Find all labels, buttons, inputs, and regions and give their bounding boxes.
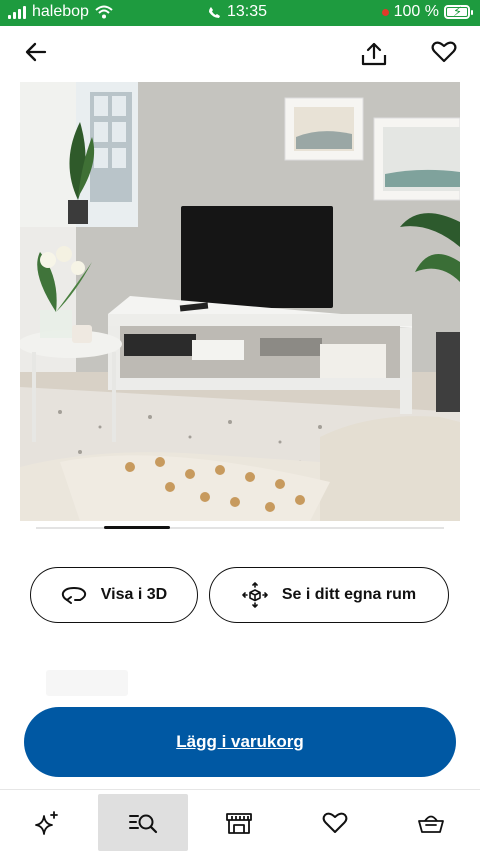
nav-stores[interactable] — [194, 794, 284, 851]
wifi-icon — [95, 5, 113, 19]
status-bar: halebop 13:35 100 % ⚡ — [0, 0, 480, 26]
back-button[interactable] — [18, 34, 54, 70]
view-3d-label: Visa i 3D — [100, 586, 168, 603]
search-list-icon — [129, 814, 158, 833]
nav-favorites[interactable] — [290, 794, 380, 851]
rotate-3d-icon — [61, 586, 86, 604]
view-3d-button[interactable]: Visa i 3D — [30, 567, 198, 623]
status-right: 100 % ⚡ — [381, 3, 473, 21]
carousel-indicator[interactable] — [36, 526, 444, 529]
carousel-indicator-thumb — [104, 526, 170, 529]
arrow-left-icon — [25, 42, 47, 62]
signal-icon — [8, 5, 26, 19]
battery-icon: ⚡ — [444, 4, 473, 19]
status-center: 13:35 — [208, 3, 267, 21]
store-icon — [226, 812, 252, 834]
view-in-room-button[interactable]: Se i ditt egna rum — [209, 567, 449, 623]
view-in-room-label: Se i ditt egna rum — [281, 586, 417, 603]
heart-icon — [431, 41, 457, 63]
loading-placeholder — [46, 670, 128, 696]
nav-search[interactable] — [98, 794, 188, 851]
product-header — [0, 28, 480, 78]
status-left: halebop — [8, 3, 113, 21]
basket-icon — [418, 815, 444, 833]
ar-cube-icon — [242, 582, 268, 608]
product-photo — [20, 82, 460, 521]
product-image[interactable] — [20, 82, 460, 521]
phone-icon — [209, 6, 220, 18]
share-button[interactable] — [356, 36, 392, 72]
favorite-button[interactable] — [426, 34, 462, 70]
battery-percent: 100 % — [393, 3, 439, 20]
nav-inspiration[interactable] — [2, 794, 92, 851]
share-icon — [361, 42, 387, 66]
bottom-navigation — [0, 789, 480, 854]
add-to-cart-button[interactable]: Lägg i varukorg — [24, 707, 456, 777]
sparkle-icon — [35, 810, 58, 835]
add-to-cart-label: Lägg i varukorg — [176, 732, 304, 751]
recording-dot — [381, 8, 389, 16]
heart-icon — [322, 812, 348, 833]
clock: 13:35 — [227, 3, 268, 20]
carrier-name: halebop — [32, 3, 89, 20]
nav-basket[interactable] — [386, 794, 476, 851]
